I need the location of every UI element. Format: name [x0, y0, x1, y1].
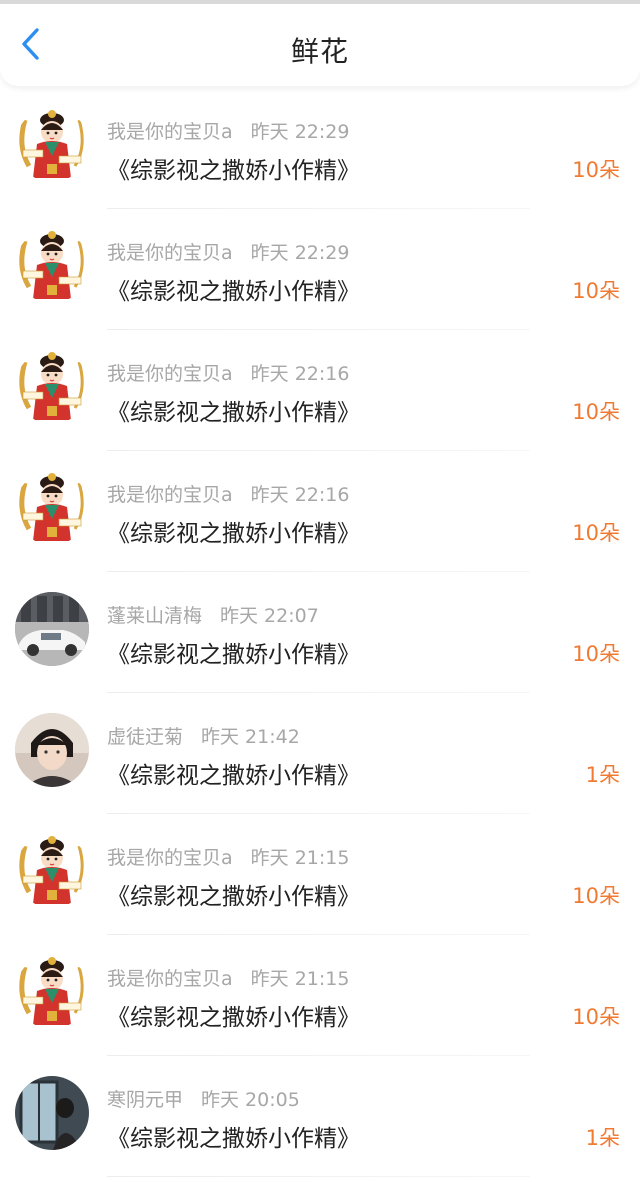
gift-meta: 我是你的宝贝a 昨天 22:29: [107, 117, 350, 144]
timestamp: 昨天 22:16: [250, 483, 350, 506]
timestamp: 昨天 22:29: [250, 241, 350, 264]
flower-count: 10朵: [572, 642, 620, 666]
list-item[interactable]: 我是你的宝贝a 昨天 21:15 《综影视之撒娇小作精》 10朵: [0, 814, 640, 935]
gift-meta: 我是你的宝贝a 昨天 21:15: [107, 964, 350, 991]
timestamp: 昨天 21:42: [201, 725, 300, 748]
username[interactable]: 我是你的宝贝a: [107, 480, 233, 507]
goddess-avatar[interactable]: [15, 834, 89, 908]
flower-count: 10朵: [572, 279, 620, 303]
username[interactable]: 我是你的宝贝a: [107, 964, 233, 991]
book-title[interactable]: 《综影视之撒娇小作精》: [107, 998, 360, 1032]
book-title[interactable]: 《综影视之撒娇小作精》: [107, 151, 360, 185]
timestamp: 昨天 22:16: [250, 362, 350, 385]
goddess-avatar[interactable]: [15, 350, 89, 424]
timestamp: 昨天 22:07: [220, 604, 319, 627]
list-item[interactable]: 我是你的宝贝a 昨天 22:16 《综影视之撒娇小作精》 10朵: [0, 330, 640, 451]
flower-count: 10朵: [572, 1005, 620, 1029]
header-bar: 鲜花: [0, 4, 640, 86]
username[interactable]: 虚徒迂菊: [107, 722, 183, 749]
divider: [107, 1176, 530, 1177]
goddess-avatar[interactable]: [15, 471, 89, 545]
flower-count: 1朵: [585, 1126, 620, 1150]
book-title[interactable]: 《综影视之撒娇小作精》: [107, 272, 360, 306]
timestamp: 昨天 21:15: [250, 967, 350, 990]
flower-count: 1朵: [585, 763, 620, 787]
book-title[interactable]: 《综影视之撒娇小作精》: [107, 635, 360, 669]
car-photo-avatar[interactable]: [15, 592, 89, 666]
flower-count: 10朵: [572, 158, 620, 182]
username[interactable]: 我是你的宝贝a: [107, 359, 233, 386]
gift-meta: 我是你的宝贝a 昨天 22:16: [107, 480, 350, 507]
flower-count: 10朵: [572, 521, 620, 545]
timestamp: 昨天 22:29: [250, 120, 350, 143]
flower-count: 10朵: [572, 400, 620, 424]
gift-meta: 我是你的宝贝a 昨天 22:16: [107, 359, 350, 386]
flower-gift-list: 我是你的宝贝a 昨天 22:29 《综影视之撒娇小作精》 10朵 我是你的宝贝a 昨天 …: [0, 88, 640, 1177]
portrait-photo-avatar[interactable]: [15, 713, 89, 787]
username[interactable]: 寒阴元甲: [107, 1085, 183, 1112]
list-item[interactable]: 我是你的宝贝a 昨天 21:15 《综影视之撒娇小作精》 10朵: [0, 935, 640, 1056]
username[interactable]: 蓬莱山清梅: [107, 601, 202, 628]
username[interactable]: 我是你的宝贝a: [107, 238, 233, 265]
gift-meta: 蓬莱山清梅 昨天 22:07: [107, 601, 319, 628]
book-title[interactable]: 《综影视之撒娇小作精》: [107, 393, 360, 427]
timestamp: 昨天 20:05: [201, 1088, 300, 1111]
book-title[interactable]: 《综影视之撒娇小作精》: [107, 514, 360, 548]
page-title: 鲜花: [290, 35, 349, 68]
timestamp: 昨天 21:15: [250, 846, 350, 869]
book-title[interactable]: 《综影视之撒娇小作精》: [107, 877, 360, 911]
window-photo-avatar[interactable]: [15, 1076, 89, 1150]
book-title[interactable]: 《综影视之撒娇小作精》: [107, 1119, 360, 1153]
gift-meta: 虚徒迂菊 昨天 21:42: [107, 722, 300, 749]
username[interactable]: 我是你的宝贝a: [107, 843, 233, 870]
list-item[interactable]: 虚徒迂菊 昨天 21:42 《综影视之撒娇小作精》 1朵: [0, 693, 640, 814]
gift-meta: 寒阴元甲 昨天 20:05: [107, 1085, 300, 1112]
gift-meta: 我是你的宝贝a 昨天 21:15: [107, 843, 350, 870]
list-item[interactable]: 我是你的宝贝a 昨天 22:29 《综影视之撒娇小作精》 10朵: [0, 209, 640, 330]
list-item[interactable]: 蓬莱山清梅 昨天 22:07 《综影视之撒娇小作精》 10朵: [0, 572, 640, 693]
list-item[interactable]: 寒阴元甲 昨天 20:05 《综影视之撒娇小作精》 1朵: [0, 1056, 640, 1177]
list-item[interactable]: 我是你的宝贝a 昨天 22:16 《综影视之撒娇小作精》 10朵: [0, 451, 640, 572]
goddess-avatar[interactable]: [15, 108, 89, 182]
username[interactable]: 我是你的宝贝a: [107, 117, 233, 144]
flower-count: 10朵: [572, 884, 620, 908]
goddess-avatar[interactable]: [15, 955, 89, 1029]
gift-meta: 我是你的宝贝a 昨天 22:29: [107, 238, 350, 265]
goddess-avatar[interactable]: [15, 229, 89, 303]
list-item[interactable]: 我是你的宝贝a 昨天 22:29 《综影视之撒娇小作精》 10朵: [0, 88, 640, 209]
book-title[interactable]: 《综影视之撒娇小作精》: [107, 756, 360, 790]
